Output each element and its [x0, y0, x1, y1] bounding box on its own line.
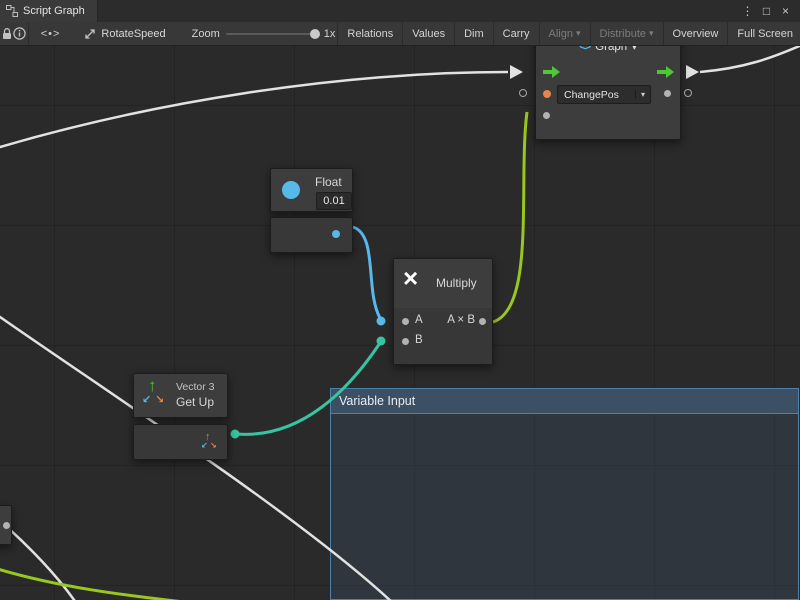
wire-control-out[interactable]	[700, 46, 800, 72]
script-machine-icon	[84, 28, 96, 40]
chevron-down-icon: ▾	[632, 46, 637, 53]
info-icon[interactable]	[13, 22, 26, 45]
full-screen-button[interactable]: Full Screen	[730, 22, 800, 45]
multiply-result-port[interactable]	[479, 318, 486, 325]
extra-input-port[interactable]	[543, 112, 550, 119]
multiply-port-a-label: A	[415, 314, 423, 326]
graph-unit-header[interactable]: <> Graph ▾	[536, 46, 680, 53]
vector3-type-label: Vector 3	[176, 381, 215, 393]
dim-button[interactable]: Dim	[457, 22, 491, 45]
multiply-header: × Multiply	[394, 259, 492, 309]
variable-input-group[interactable]: Variable Input	[330, 388, 799, 600]
script-graph-icon	[6, 5, 18, 17]
chevron-down-icon: ▾	[649, 28, 654, 39]
graph-unit-node[interactable]: <> Graph ▾ ChangePos ▾	[535, 46, 681, 140]
flow-input-port[interactable]	[543, 66, 561, 78]
flow-output-port[interactable]	[657, 66, 675, 78]
multiply-port-a[interactable]	[402, 318, 409, 325]
zoom-slider[interactable]	[226, 33, 318, 35]
maximize-icon[interactable]: □	[758, 0, 775, 22]
value-input-port[interactable]	[543, 90, 551, 98]
port-dot-multiply-a-external[interactable]	[377, 317, 386, 326]
lock-icon[interactable]	[0, 22, 13, 45]
zoom-slider-thumb[interactable]	[310, 29, 320, 39]
variable-dropdown-value: ChangePos	[558, 89, 635, 101]
vector3-title: Get Up	[176, 395, 214, 409]
port-dot-multiply-b-external[interactable]	[377, 337, 386, 346]
group-title: Variable Input	[339, 394, 415, 408]
multiply-port-b[interactable]	[402, 338, 409, 345]
wire-arrowhead-in	[510, 65, 523, 79]
multiply-node[interactable]: × Multiply A A × B B	[393, 258, 493, 365]
value-output-port[interactable]	[664, 90, 671, 97]
chevron-down-icon: ▾	[576, 28, 581, 39]
window-controls: ⋮ □ ×	[739, 0, 800, 22]
wire-float-to-multiply-a[interactable]	[353, 227, 380, 318]
graph-unit-title: Graph	[595, 46, 627, 53]
vector3-output-icon[interactable]: ↑ ↙ ↘	[201, 432, 219, 452]
relations-button[interactable]: Relations	[340, 22, 400, 45]
multiply-result-label: A × B	[447, 314, 475, 326]
float-node[interactable]: Float 0.01	[270, 168, 353, 212]
float-node-title: Float	[315, 175, 342, 189]
tab-bar: Script Graph ⋮ □ ×	[0, 0, 800, 22]
vector3-ports[interactable]: ↑ ↙ ↘	[133, 424, 228, 460]
float-output-port[interactable]	[332, 230, 340, 238]
distribute-dropdown[interactable]: Distribute ▾	[593, 22, 661, 45]
graph-canvas[interactable]: Variable Input <>	[0, 46, 800, 600]
wire-multiply-to-graph[interactable]	[493, 112, 527, 322]
multiply-port-b-label: B	[415, 334, 423, 346]
chevron-down-icon: ▾	[635, 90, 650, 99]
tab-title: Script Graph	[23, 5, 85, 17]
wire-arrowhead-out	[686, 65, 699, 79]
graph-toolbar: <•> RotateSpeed Zoom 1x Relations Values…	[0, 22, 800, 46]
values-button[interactable]: Values	[405, 22, 452, 45]
graph-icon: <>	[579, 46, 590, 53]
toolbar-button-group: Relations Values Dim Carry Align ▾ Distr…	[335, 22, 800, 45]
multiply-title: Multiply	[436, 276, 477, 290]
clipped-node-port[interactable]	[3, 522, 10, 529]
window-menu-icon[interactable]: ⋮	[739, 0, 756, 22]
zoom-label: Zoom	[192, 28, 220, 40]
clipped-edge-node[interactable]	[0, 505, 12, 545]
vector3-get-up-node[interactable]: ↑ ↙ ↘ Vector 3 Get Up	[133, 373, 228, 418]
tab-script-graph[interactable]: Script Graph	[0, 0, 98, 22]
zoom-control: Zoom 1x	[192, 28, 336, 40]
toolbar-separator	[28, 22, 29, 45]
float-value-input[interactable]: 0.01	[316, 192, 352, 210]
graph-name-label: RotateSpeed	[84, 28, 165, 40]
variable-dropdown[interactable]: ChangePos ▾	[557, 85, 651, 104]
wire-control-in[interactable]	[0, 72, 508, 150]
multiply-ports: A A × B B	[394, 308, 492, 364]
float-node-ports[interactable]	[270, 217, 353, 253]
align-dropdown[interactable]: Align ▾	[542, 22, 588, 45]
carry-button[interactable]: Carry	[496, 22, 537, 45]
close-icon[interactable]: ×	[777, 0, 794, 22]
group-header[interactable]: Variable Input	[331, 389, 798, 414]
wire-green-bottom-left[interactable]	[0, 566, 202, 600]
port-dot-vector-output[interactable]	[231, 430, 240, 439]
unconnected-port-right[interactable]	[684, 89, 692, 97]
multiply-icon: ×	[403, 265, 418, 291]
edit-graph-button[interactable]: <•>	[31, 28, 71, 40]
float-type-icon	[282, 181, 300, 199]
unity-visual-scripting-window: Script Graph ⋮ □ × <•>	[0, 0, 800, 600]
unconnected-port-left[interactable]	[519, 89, 527, 97]
graph-name-text: RotateSpeed	[101, 28, 165, 40]
overview-button[interactable]: Overview	[666, 22, 726, 45]
zoom-value: 1x	[324, 28, 336, 40]
vector3-icon: ↑ ↙ ↘	[142, 378, 170, 412]
